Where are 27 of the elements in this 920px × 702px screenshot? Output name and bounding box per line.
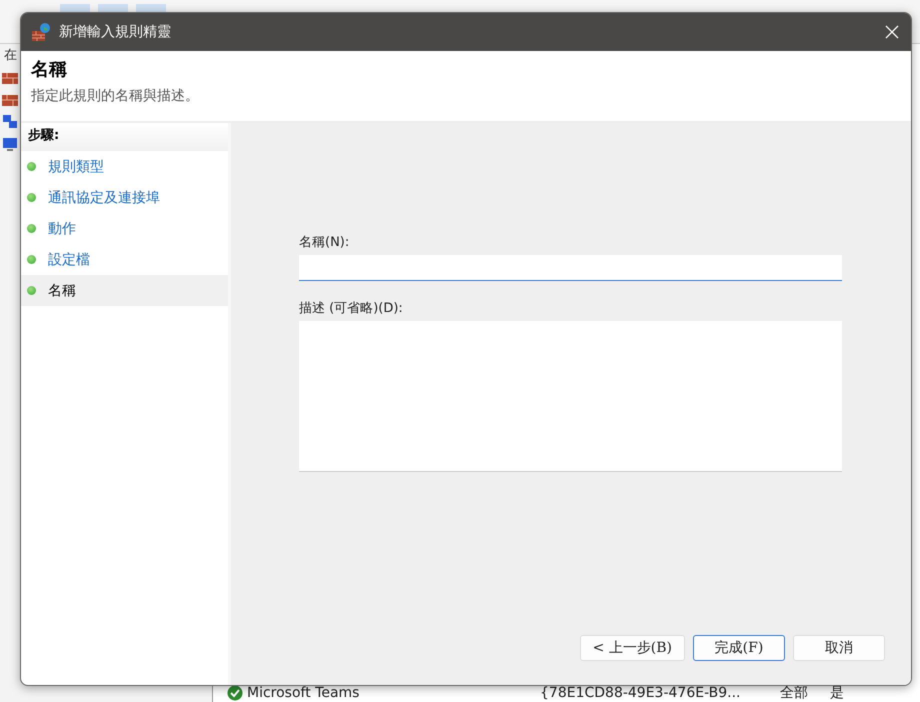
close-button[interactable]	[883, 23, 901, 41]
name-field[interactable]	[299, 255, 842, 281]
field-label: 描述 (可省略)(D):	[299, 300, 404, 317]
description-field[interactable]	[299, 321, 842, 472]
page-title: 名稱	[31, 58, 68, 81]
step-item[interactable]: 動作	[21, 213, 228, 244]
rule-name: Microsoft Teams	[247, 685, 360, 701]
firewall-icon	[2, 70, 18, 86]
step-item[interactable]: 規則類型	[21, 151, 228, 182]
firewall-icon	[2, 92, 18, 108]
step-item[interactable]: 通訊協定及連接埠	[21, 182, 228, 213]
page-description: 指定此規則的名稱與描述。	[31, 87, 200, 105]
computers-icon	[2, 114, 18, 130]
field-label: 名稱(N):	[299, 234, 350, 251]
rule-id: {78E1CD88-49E3-476E-B9...	[540, 685, 742, 701]
step-item[interactable]: 名稱	[21, 275, 228, 306]
dialog-button[interactable]: < 上一步(B)	[580, 635, 685, 661]
pane-label: 在	[3, 47, 18, 64]
rule-enabled: 是	[830, 684, 844, 702]
step-item[interactable]: 設定檔	[21, 244, 228, 275]
monitor-icon	[2, 136, 18, 152]
dialog-button[interactable]: 取消	[793, 635, 885, 661]
firewall-globe-icon	[31, 22, 51, 42]
window-title: 新增輸入規則精靈	[59, 23, 172, 41]
rule-profile: 全部	[780, 684, 809, 702]
steps-heading: 步驟:	[21, 123, 228, 151]
dialog-button[interactable]: 完成(F)	[693, 635, 785, 661]
